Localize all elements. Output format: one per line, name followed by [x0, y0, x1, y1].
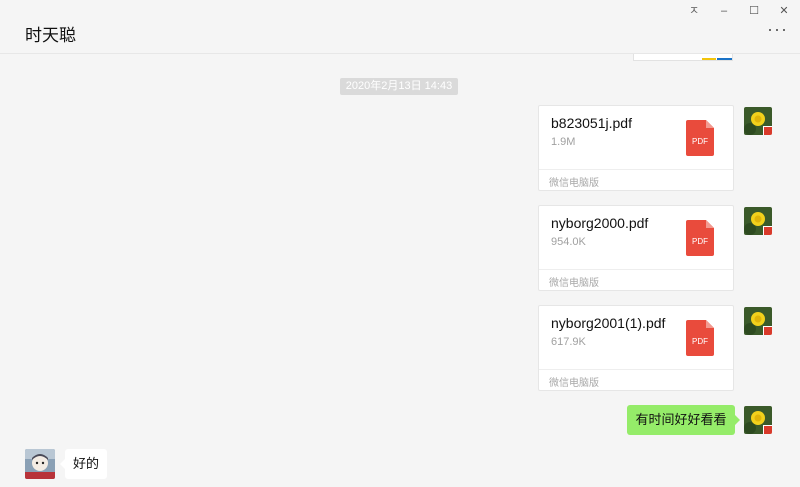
chat-header: 时天聪 ㅈ – ☐ ✕ ··· — [0, 0, 800, 54]
file-name: nyborg2001(1).pdf — [551, 315, 666, 331]
my-avatar[interactable] — [744, 406, 772, 434]
maximize-button[interactable]: ☐ — [744, 4, 764, 18]
my-avatar[interactable] — [744, 107, 772, 135]
pdf-icon-label: PDF — [692, 237, 708, 246]
file-name: b823051j.pdf — [551, 115, 632, 131]
previous-image-thumbnail[interactable] — [633, 54, 733, 61]
file-size: 954.0K — [551, 236, 586, 248]
more-options-button[interactable]: ··· — [767, 20, 788, 38]
file-source: 微信电脑版 — [549, 278, 599, 289]
divider — [539, 269, 733, 270]
close-button[interactable]: ✕ — [774, 4, 794, 18]
file-size: 617.9K — [551, 336, 586, 348]
thumbnail-accent — [717, 58, 732, 60]
file-message[interactable]: b823051j.pdf 1.9M PDF 微信电脑版 — [538, 105, 734, 191]
my-avatar[interactable] — [744, 207, 772, 235]
file-size: 1.9M — [551, 136, 576, 148]
sent-message-bubble[interactable]: 有时间好好看看 — [627, 405, 740, 435]
file-message[interactable]: nyborg2001(1).pdf 617.9K PDF 微信电脑版 — [538, 305, 734, 391]
pdf-icon-label: PDF — [692, 137, 708, 146]
pdf-icon-label: PDF — [692, 337, 708, 346]
pdf-file-icon: PDF — [686, 120, 714, 156]
divider — [539, 369, 733, 370]
pdf-file-icon: PDF — [686, 220, 714, 256]
file-name: nyborg2000.pdf — [551, 215, 649, 231]
file-source: 微信电脑版 — [549, 378, 599, 389]
minimize-button[interactable]: – — [714, 4, 734, 18]
pdf-file-icon: PDF — [686, 320, 714, 356]
thumbnail-accent — [702, 58, 716, 60]
pin-icon[interactable]: ㅈ — [684, 4, 704, 18]
my-avatar[interactable] — [744, 307, 772, 335]
received-message-bubble[interactable]: 好的 — [60, 449, 107, 479]
file-message[interactable]: nyborg2000.pdf 954.0K PDF 微信电脑版 — [538, 205, 734, 291]
message-timestamp: 2020年2月13日 14:43 — [340, 78, 458, 95]
contact-avatar[interactable] — [25, 449, 55, 479]
file-source: 微信电脑版 — [549, 178, 599, 189]
chat-title: 时天聪 — [25, 26, 76, 46]
divider — [539, 169, 733, 170]
